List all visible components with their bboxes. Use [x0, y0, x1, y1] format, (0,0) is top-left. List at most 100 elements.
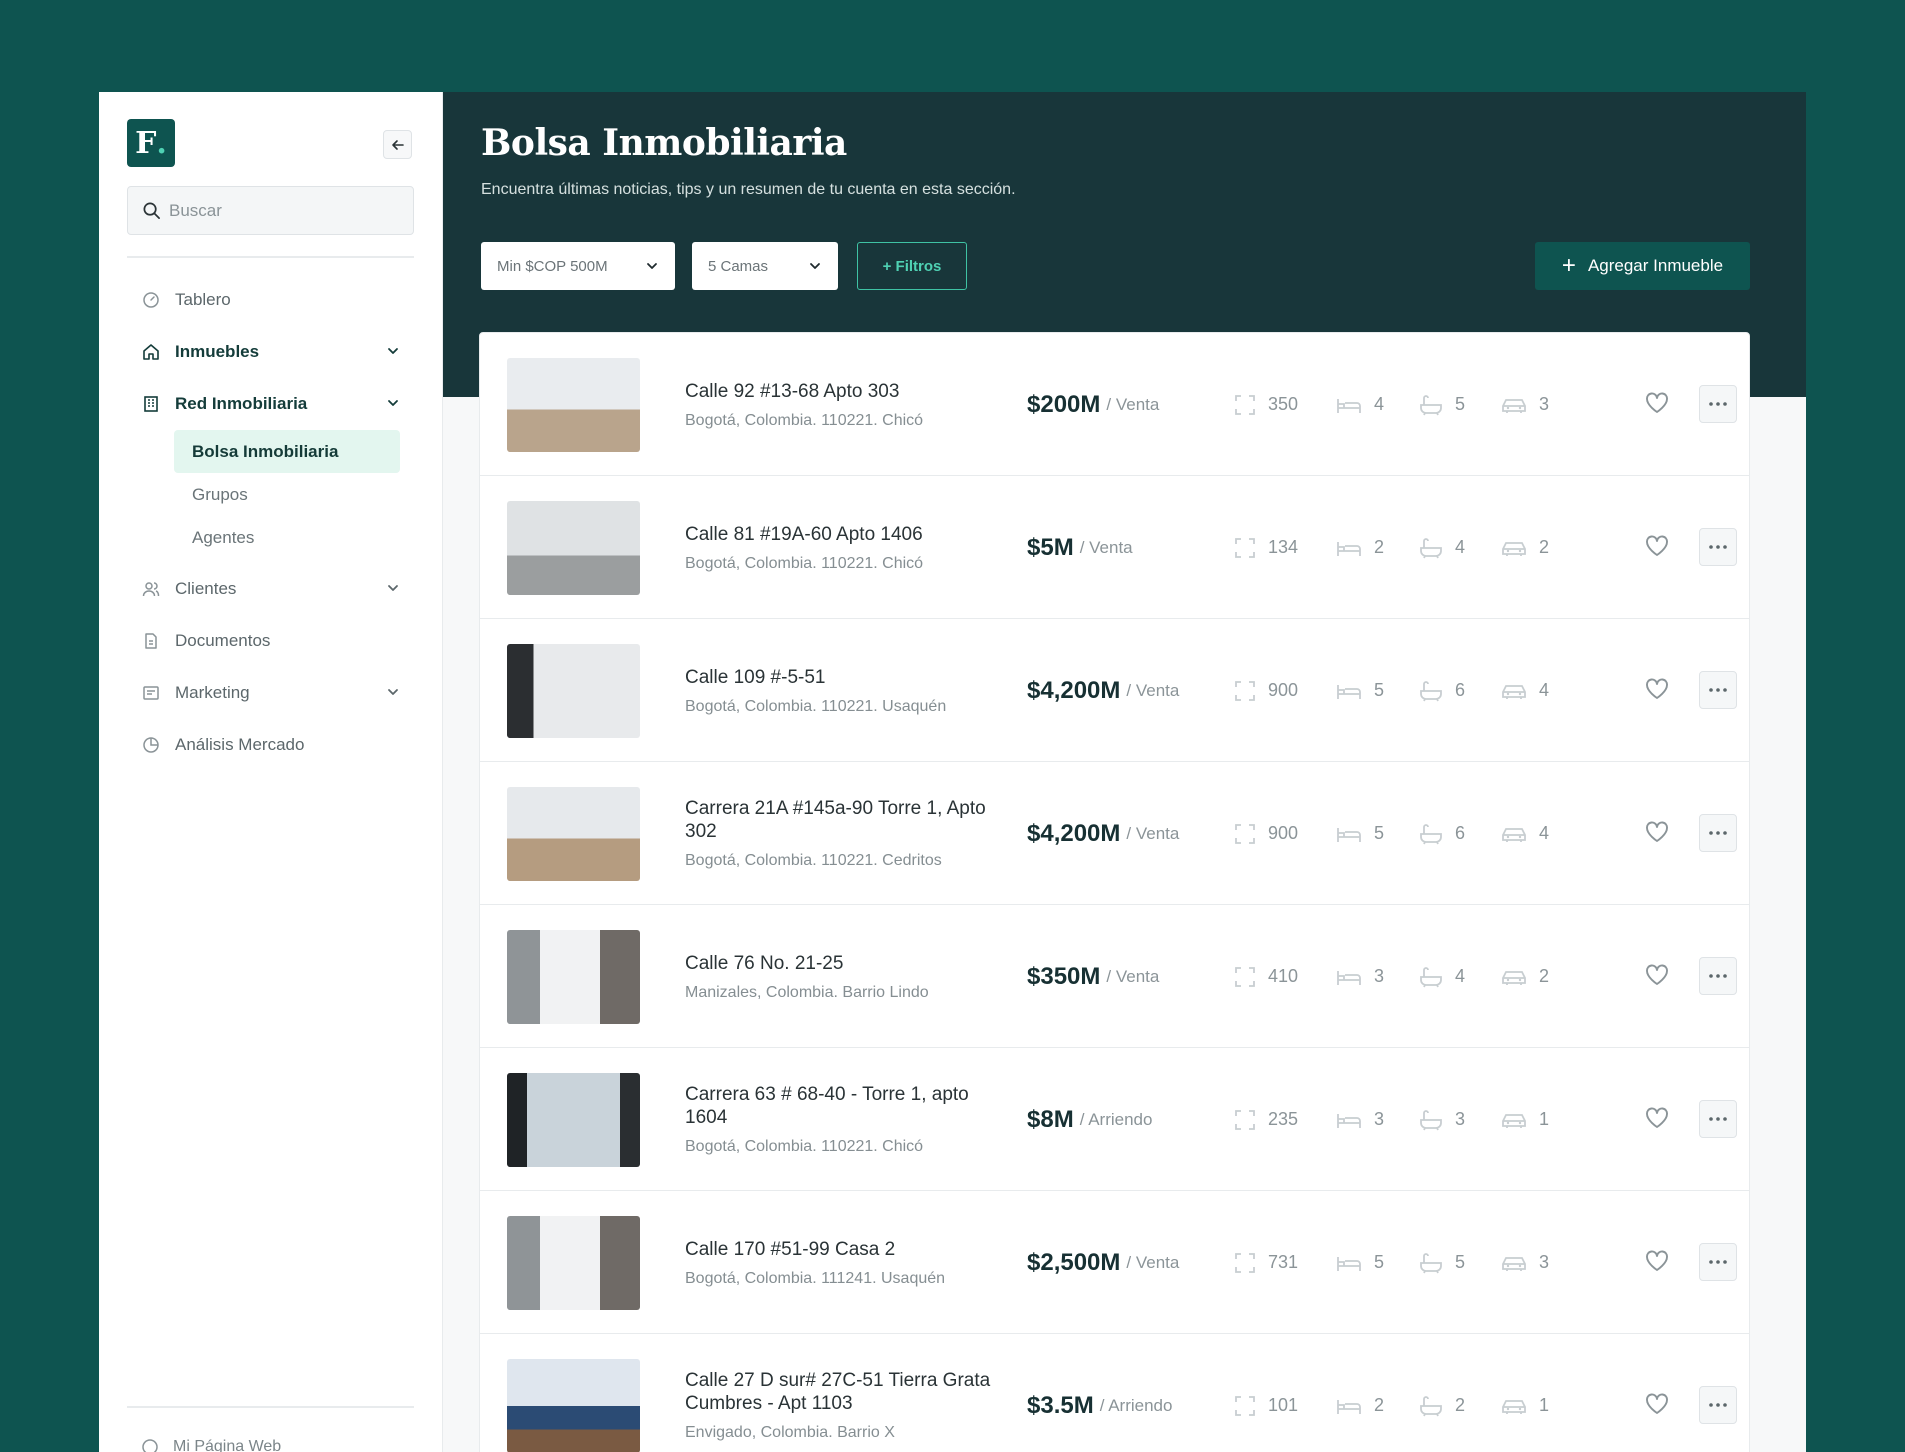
property-photo[interactable]	[507, 1359, 640, 1452]
property-street[interactable]: Calle 109 #-5-51	[685, 666, 1005, 689]
sidebar-subitem-bolsa[interactable]: Bolsa Inmobiliaria	[174, 430, 400, 473]
more-options-button[interactable]	[1699, 1243, 1737, 1281]
document-icon	[141, 631, 161, 651]
property-street[interactable]: Carrera 63 # 68-40 - Torre 1, apto 1604	[685, 1083, 1005, 1129]
chevron-down-icon[interactable]	[386, 685, 400, 699]
property-photo[interactable]	[507, 1073, 640, 1167]
property-photo[interactable]	[507, 1216, 640, 1310]
parking-spec: 4	[1501, 619, 1549, 762]
ellipsis-icon	[1709, 1117, 1727, 1121]
heart-icon[interactable]	[1644, 1106, 1670, 1130]
baths-spec: 4	[1419, 476, 1465, 619]
app-logo[interactable]: F.	[127, 119, 175, 167]
property-photo[interactable]	[507, 501, 640, 595]
heart-icon[interactable]	[1644, 963, 1670, 987]
area-value: 900	[1268, 823, 1299, 843]
more-options-button[interactable]	[1699, 528, 1737, 566]
property-row[interactable]: Calle 27 D sur# 27C-51 Tierra Grata Cumb…	[480, 1334, 1749, 1452]
property-photo[interactable]	[507, 787, 640, 881]
car-icon	[1502, 1256, 1526, 1271]
property-photo[interactable]	[507, 644, 640, 738]
property-street[interactable]: Calle 170 #51-99 Casa 2	[685, 1238, 1005, 1261]
search-input[interactable]	[169, 200, 399, 221]
property-row[interactable]: Calle 109 #-5-51 Bogotá, Colombia. 11022…	[480, 619, 1749, 762]
baths-value: 6	[1455, 680, 1466, 700]
price-type: / Venta	[1126, 823, 1180, 843]
parking-spec: 2	[1501, 905, 1549, 1048]
ellipsis-icon	[1709, 1260, 1727, 1264]
property-price: $3.5M / Arriendo	[1027, 1334, 1172, 1452]
heart-icon[interactable]	[1644, 534, 1670, 558]
property-row[interactable]: Calle 92 #13-68 Apto 303 Bogotá, Colombi…	[480, 333, 1749, 476]
beds-spec: 5	[1336, 762, 1384, 905]
sidebar-item-marketing[interactable]: Marketing	[127, 667, 414, 719]
sidebar-item-red-inmobiliaria[interactable]: Red Inmobiliaria	[127, 378, 414, 430]
sidebar-subitem-agentes[interactable]: Agentes	[174, 516, 400, 559]
property-photo[interactable]	[507, 358, 640, 452]
sidebar: F. Tablero Inmuebles Red Inmobiliaria	[99, 92, 443, 1452]
beds-filter-dropdown[interactable]: 5 Camas	[692, 242, 838, 290]
property-price: $4,200M / Venta	[1027, 762, 1179, 905]
property-street[interactable]: Calle 92 #13-68 Apto 303	[685, 380, 1005, 403]
chevron-down-icon[interactable]	[386, 344, 400, 358]
area-icon	[1235, 394, 1255, 415]
ellipsis-icon	[1709, 1403, 1727, 1407]
more-options-button[interactable]	[1699, 1100, 1737, 1138]
more-filters-button[interactable]: + Filtros	[857, 242, 967, 290]
property-city: Manizales, Colombia. Barrio Lindo	[685, 983, 929, 1001]
baths-value: 6	[1455, 823, 1466, 843]
bed-icon	[1337, 1113, 1361, 1128]
bath-icon	[1420, 1109, 1442, 1130]
sidebar-item-tablero[interactable]: Tablero	[127, 274, 414, 326]
car-icon	[1502, 541, 1526, 556]
property-city: Bogotá, Colombia. 110221. Chicó	[685, 1138, 924, 1155]
collapse-sidebar-button[interactable]	[383, 130, 412, 159]
price-type: / Venta	[1079, 537, 1133, 557]
more-options-button[interactable]	[1699, 671, 1737, 709]
add-property-button[interactable]: + Agregar Inmueble	[1535, 242, 1750, 290]
chevron-down-icon[interactable]	[386, 581, 400, 595]
my-website-link[interactable]: Mi Página Web	[141, 1438, 281, 1452]
heart-icon[interactable]	[1644, 677, 1670, 701]
heart-icon[interactable]	[1644, 820, 1670, 844]
property-street[interactable]: Calle 81 #19A-60 Apto 1406	[685, 523, 1005, 546]
price-amount: $4,200M	[1027, 819, 1121, 847]
search-box[interactable]	[127, 186, 414, 235]
parking-spec: 3	[1501, 1191, 1549, 1334]
pie-chart-icon	[141, 735, 161, 755]
bed-icon	[1337, 541, 1361, 556]
bath-icon	[1420, 823, 1442, 844]
more-options-button[interactable]	[1699, 814, 1737, 852]
property-photo[interactable]	[507, 930, 640, 1024]
more-options-button[interactable]	[1699, 1386, 1737, 1424]
sidebar-item-analisis-mercado[interactable]: Análisis Mercado	[127, 719, 414, 771]
more-options-button[interactable]	[1699, 385, 1737, 423]
baths-value: 3	[1455, 1109, 1466, 1129]
baths-spec: 3	[1419, 1048, 1465, 1191]
area-spec: 731	[1234, 1191, 1298, 1334]
property-row[interactable]: Carrera 63 # 68-40 - Torre 1, apto 1604 …	[480, 1048, 1749, 1191]
chevron-down-icon[interactable]	[386, 396, 400, 410]
sidebar-item-clientes[interactable]: Clientes	[127, 563, 414, 615]
bed-icon	[1337, 398, 1361, 413]
sidebar-subitem-grupos[interactable]: Grupos	[174, 473, 400, 516]
car-icon	[1502, 827, 1526, 842]
sidebar-item-inmuebles[interactable]: Inmuebles	[127, 326, 414, 378]
heart-icon[interactable]	[1644, 391, 1670, 415]
property-row[interactable]: Calle 81 #19A-60 Apto 1406 Bogotá, Colom…	[480, 476, 1749, 619]
sidebar-item-documentos[interactable]: Documentos	[127, 615, 414, 667]
heart-icon[interactable]	[1644, 1392, 1670, 1416]
property-address: Calle 27 D sur# 27C-51 Tierra Grata Cumb…	[685, 1334, 1005, 1452]
area-spec: 900	[1234, 762, 1298, 905]
property-street[interactable]: Carrera 21A #145a-90 Torre 1, Apto 302	[685, 797, 1005, 843]
property-row[interactable]: Calle 76 No. 21-25 Manizales, Colombia. …	[480, 905, 1749, 1048]
price-filter-dropdown[interactable]: Min $COP 500M	[481, 242, 675, 290]
more-options-button[interactable]	[1699, 957, 1737, 995]
property-row[interactable]: Calle 170 #51-99 Casa 2 Bogotá, Colombia…	[480, 1191, 1749, 1334]
bed-icon	[1337, 970, 1361, 985]
property-street[interactable]: Calle 76 No. 21-25	[685, 952, 1005, 975]
bath-icon	[1420, 1395, 1442, 1416]
property-row[interactable]: Carrera 21A #145a-90 Torre 1, Apto 302 B…	[480, 762, 1749, 905]
heart-icon[interactable]	[1644, 1249, 1670, 1273]
property-street[interactable]: Calle 27 D sur# 27C-51 Tierra Grata Cumb…	[685, 1369, 1005, 1415]
